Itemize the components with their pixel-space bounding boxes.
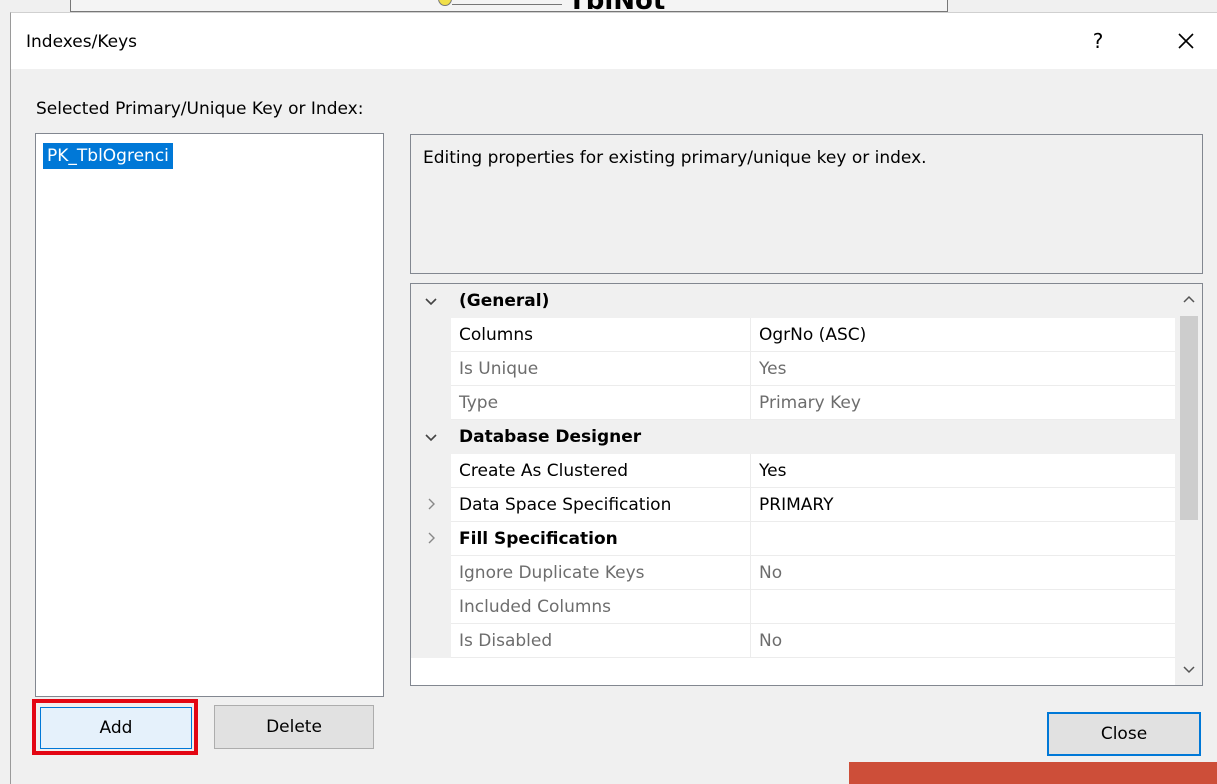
property-value[interactable]: No — [751, 624, 1175, 658]
property-row[interactable]: Ignore Duplicate Keys No — [411, 556, 1175, 590]
close-window-button[interactable] — [1164, 21, 1208, 61]
property-row[interactable]: Is Unique Yes — [411, 352, 1175, 386]
key-list[interactable]: PK_TblOgrenci — [35, 133, 384, 697]
property-row[interactable]: Type Primary Key — [411, 386, 1175, 420]
property-value[interactable] — [751, 590, 1175, 624]
scroll-down-button[interactable] — [1175, 655, 1202, 685]
key-list-item[interactable]: PK_TblOgrenci — [43, 143, 173, 169]
expand-toggle[interactable] — [411, 488, 451, 522]
row-gutter — [411, 454, 451, 488]
property-value[interactable]: Primary Key — [751, 386, 1175, 420]
category-label: Database Designer — [451, 420, 1175, 454]
property-name: Fill Specification — [451, 522, 751, 556]
property-name: Columns — [451, 318, 751, 352]
property-row[interactable]: Data Space Specification PRIMARY — [411, 488, 1175, 522]
property-name: Ignore Duplicate Keys — [451, 556, 751, 590]
property-value[interactable]: PRIMARY — [751, 488, 1175, 522]
chevron-up-icon — [1183, 295, 1195, 303]
property-category[interactable]: (General) — [411, 284, 1175, 318]
property-grid[interactable]: (General) Columns OgrNo (ASC) Is Unique Yes T… — [410, 283, 1203, 686]
background-table-box — [70, 0, 948, 12]
close-icon — [1178, 33, 1194, 49]
row-gutter — [411, 318, 451, 352]
scroll-up-button[interactable] — [1175, 284, 1202, 314]
background-window: TblNot — [0, 0, 1217, 12]
property-value[interactable] — [751, 522, 1175, 556]
property-name: Is Disabled — [451, 624, 751, 658]
row-gutter — [411, 352, 451, 386]
close-button[interactable]: Close — [1047, 712, 1201, 756]
property-name: Data Space Specification — [451, 488, 751, 522]
chevron-down-icon — [1183, 666, 1195, 674]
row-gutter — [411, 624, 451, 658]
row-gutter — [411, 386, 451, 420]
property-name: Included Columns — [451, 590, 751, 624]
expand-toggle[interactable] — [411, 522, 451, 556]
chevron-right-icon — [427, 529, 435, 549]
chevron-down-icon — [425, 291, 437, 311]
dialog-titlebar: Indexes/Keys ? — [11, 13, 1217, 69]
help-button[interactable]: ? — [1078, 21, 1118, 61]
property-name: Type — [451, 386, 751, 420]
property-row[interactable]: Create As Clustered Yes — [411, 454, 1175, 488]
category-label: (General) — [451, 284, 1175, 318]
collapse-toggle[interactable] — [411, 284, 451, 318]
property-row[interactable]: Columns OgrNo (ASC) — [411, 318, 1175, 352]
row-gutter — [411, 590, 451, 624]
description-box: Editing properties for existing primary/… — [410, 134, 1203, 274]
property-value[interactable]: Yes — [751, 352, 1175, 386]
row-gutter — [411, 556, 451, 590]
property-name: Is Unique — [451, 352, 751, 386]
add-button[interactable]: Add — [40, 707, 192, 749]
indexes-keys-dialog: Indexes/Keys ? Selected Primary/Unique K… — [10, 12, 1217, 784]
background-table-title: TblNot — [568, 0, 665, 12]
accent-bar — [849, 762, 1217, 784]
dialog-title: Indexes/Keys — [26, 32, 137, 52]
property-row[interactable]: Fill Specification — [411, 522, 1175, 556]
property-row[interactable]: Is Disabled No — [411, 624, 1175, 658]
chevron-right-icon — [427, 495, 435, 515]
property-category[interactable]: Database Designer — [411, 420, 1175, 454]
delete-button[interactable]: Delete — [214, 705, 374, 749]
relationship-line — [452, 4, 562, 5]
property-value[interactable]: Yes — [751, 454, 1175, 488]
property-value[interactable]: No — [751, 556, 1175, 590]
property-row[interactable]: Included Columns — [411, 590, 1175, 624]
property-name: Create As Clustered — [451, 454, 751, 488]
property-grid-scrollbar[interactable] — [1175, 284, 1202, 685]
scroll-thumb[interactable] — [1180, 316, 1198, 520]
chevron-down-icon — [425, 427, 437, 447]
collapse-toggle[interactable] — [411, 420, 451, 454]
selected-key-label: Selected Primary/Unique Key or Index: — [36, 99, 364, 119]
property-value[interactable]: OgrNo (ASC) — [751, 318, 1175, 352]
